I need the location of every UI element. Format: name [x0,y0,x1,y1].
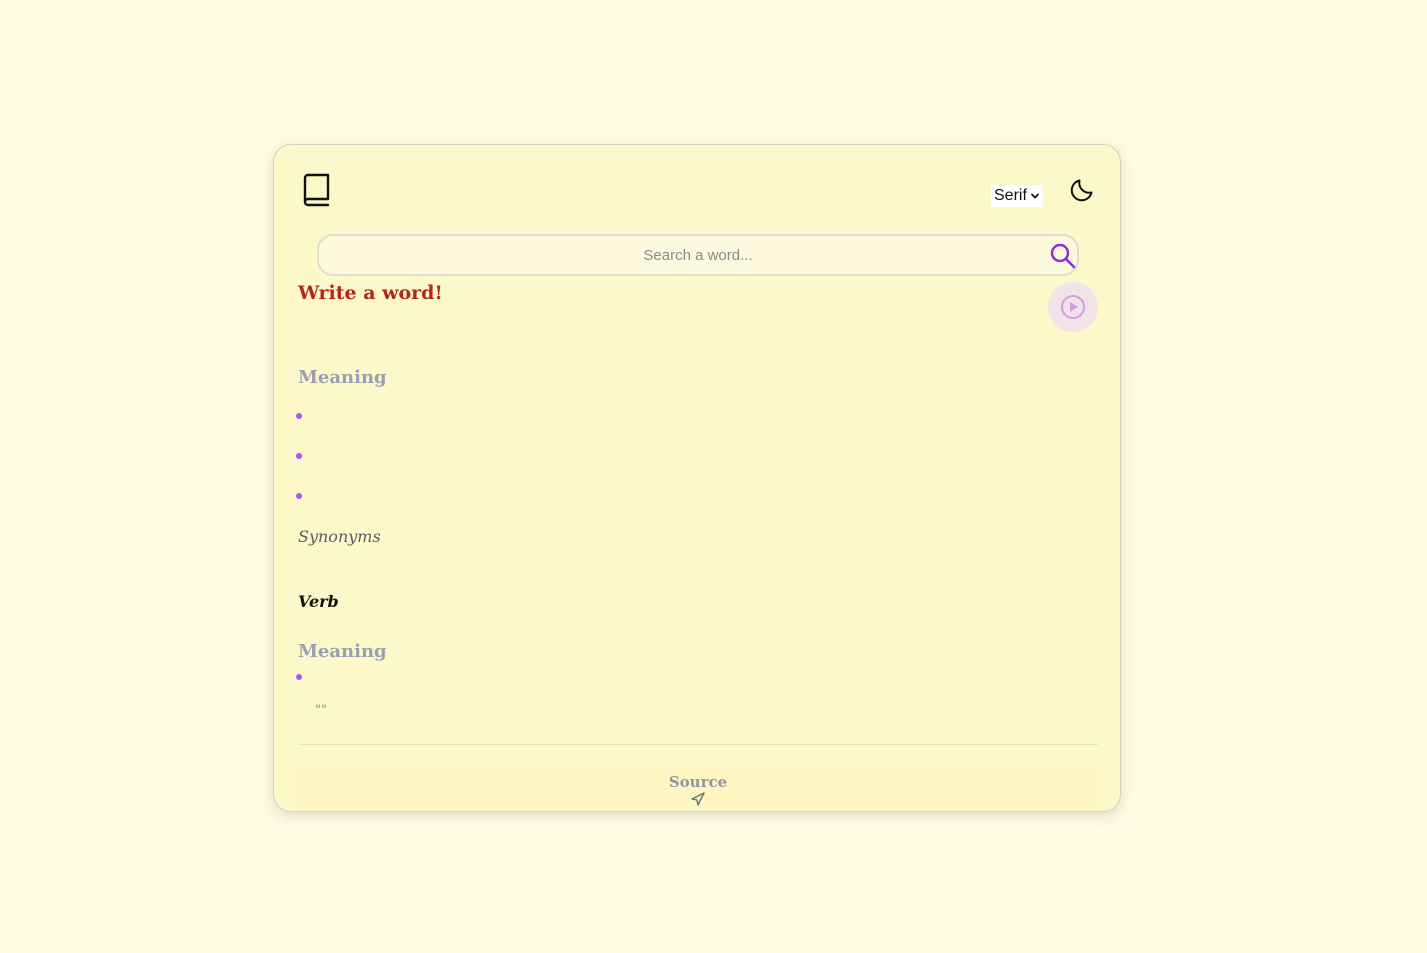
search-icon[interactable] [1049,242,1077,270]
search-input[interactable] [319,236,1077,274]
example-quote: "" [315,703,327,718]
definition-item [296,674,302,680]
definition-item [296,413,302,419]
chevron-down-icon [1031,193,1039,199]
font-select[interactable]: Serif [991,185,1043,207]
source-link[interactable]: Source [298,773,1098,791]
play-audio-button[interactable] [1048,282,1098,332]
part-of-speech: Verb [298,592,339,611]
search-bar [317,234,1079,276]
moon-icon[interactable] [1069,175,1097,203]
divider [298,744,1098,745]
definition-item [296,453,302,459]
send-icon[interactable] [691,792,705,806]
definition-item [296,493,302,499]
footer: Source [298,767,1098,811]
play-circle-icon [1061,295,1085,319]
word-title: Write a word! [298,282,443,304]
dictionary-card: Serif Write a word! Meaning Synonyms Ver… [273,144,1121,812]
synonyms-label: Synonyms [298,527,381,546]
book-icon [303,173,330,207]
meaning-heading: Meaning [298,367,387,388]
font-select-value: Serif [994,187,1027,204]
meaning-heading: Meaning [298,641,387,662]
